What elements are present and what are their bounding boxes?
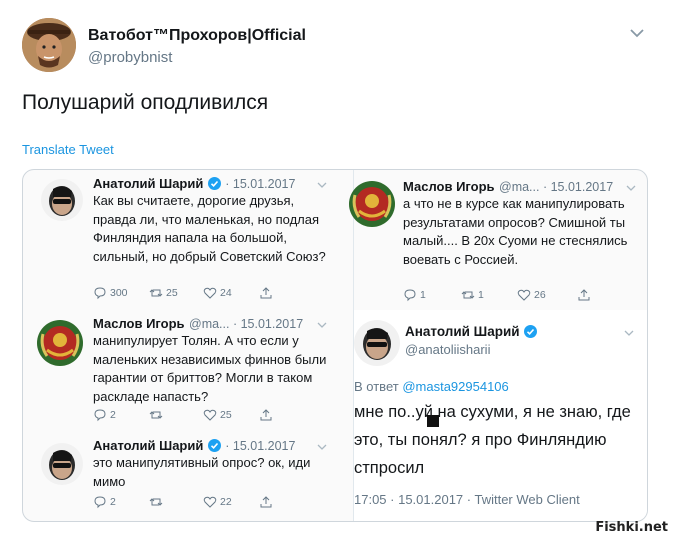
focused-tweet-text: мне по..уй на сухуми, я не знаю, где это…: [354, 403, 631, 477]
retweet-count: 1: [478, 289, 484, 301]
sub-tweet-text: а что не в курсе как манипулировать резу…: [403, 196, 628, 267]
verified-icon: [207, 177, 221, 190]
chevron-down-icon: [316, 178, 328, 190]
reply-to-line: В ответ @masta92954106: [354, 379, 509, 394]
avatar: [37, 320, 83, 366]
reply-icon: 2: [93, 495, 149, 509]
avatar: [41, 443, 83, 485]
avatar: [41, 179, 83, 221]
share-icon: [259, 495, 273, 509]
sub-tweet-text: манипулирует Толян. А что если у маленьк…: [93, 333, 327, 404]
watermark: Fishki.net: [595, 520, 668, 535]
share-icon: [577, 288, 591, 302]
sub-tweet-author: Маслов Игорь: [93, 316, 185, 331]
reply-handle-link: @masta92954106: [402, 379, 509, 394]
reply-count: 2: [110, 496, 116, 508]
verified-icon: [207, 439, 221, 452]
sub-tweet-date: @ma... · 15.01.2017: [189, 317, 304, 331]
author-avatar[interactable]: [22, 18, 76, 72]
reply-icon: 1: [403, 288, 461, 302]
like-icon: 24: [203, 286, 259, 300]
author-handle[interactable]: @probybnist: [88, 49, 172, 66]
focused-tweet-handle: @anatoliisharii: [405, 342, 491, 357]
author-display-name[interactable]: Ватобот™Прохоров|Official: [88, 27, 306, 45]
share-icon: [259, 408, 273, 422]
attached-screenshot[interactable]: Анатолий Шарий · 15.01.2017 Как вы счита…: [22, 169, 648, 522]
focused-tweet-author: Анатолий Шарий: [405, 324, 520, 339]
avatar: [349, 181, 395, 227]
retweet-icon: 1: [461, 288, 517, 302]
reply-count: 2: [110, 409, 116, 421]
chevron-down-icon: [316, 318, 328, 330]
sub-tweet-author: Анатолий Шарий: [93, 438, 204, 453]
sub-tweet-date: · 15.01.2017: [225, 439, 296, 453]
like-count: 26: [534, 289, 546, 301]
sub-tweet-author: Анатолий Шарий: [93, 176, 204, 191]
translate-tweet-link[interactable]: Translate Tweet: [22, 142, 114, 157]
like-count: 22: [220, 496, 232, 508]
sub-tweet-author: Маслов Игорь: [403, 179, 495, 194]
chevron-down-icon: [623, 326, 635, 338]
tweet-actions: 1 1 26: [403, 288, 633, 302]
chevron-down-icon: [316, 440, 328, 452]
avatar: [354, 320, 400, 366]
retweet-icon: 25: [149, 286, 203, 300]
tweet-text: Полушарий оподливился: [22, 91, 269, 114]
chevron-down-icon: [625, 181, 637, 193]
sub-tweet-text: Как вы считаете, дорогие друзья, правда …: [93, 193, 326, 264]
share-icon: [259, 286, 273, 300]
reply-count: 1: [420, 289, 426, 301]
retweet-count: 25: [166, 287, 178, 299]
focused-tweet-timestamp: 17:05 · 15.01.2017 · Twitter Web Client: [354, 492, 580, 507]
retweet-icon: [149, 408, 203, 422]
sub-tweet-date: · 15.01.2017: [225, 177, 296, 191]
sub-tweet-text: это манипулятивный опрос? ок, иди мимо: [93, 455, 311, 489]
tweet-actions: 300 25 24: [93, 286, 323, 300]
like-count: 24: [220, 287, 232, 299]
censor-mark: [427, 415, 439, 427]
reply-count: 300: [110, 287, 128, 299]
reply-icon: 300: [93, 286, 149, 300]
verified-icon: [524, 325, 538, 338]
like-icon: 22: [203, 495, 259, 509]
tweet-actions: 2 25: [93, 408, 323, 422]
chevron-down-icon[interactable]: [628, 24, 646, 42]
reply-prefix: В ответ: [354, 379, 399, 394]
reply-icon: 2: [93, 408, 149, 422]
like-icon: 25: [203, 408, 259, 422]
like-icon: 26: [517, 288, 577, 302]
like-count: 25: [220, 409, 232, 421]
sub-tweet-date: @ma... · 15.01.2017: [499, 180, 614, 194]
retweet-icon: [149, 495, 203, 509]
tweet-actions: 2 22: [93, 495, 323, 509]
